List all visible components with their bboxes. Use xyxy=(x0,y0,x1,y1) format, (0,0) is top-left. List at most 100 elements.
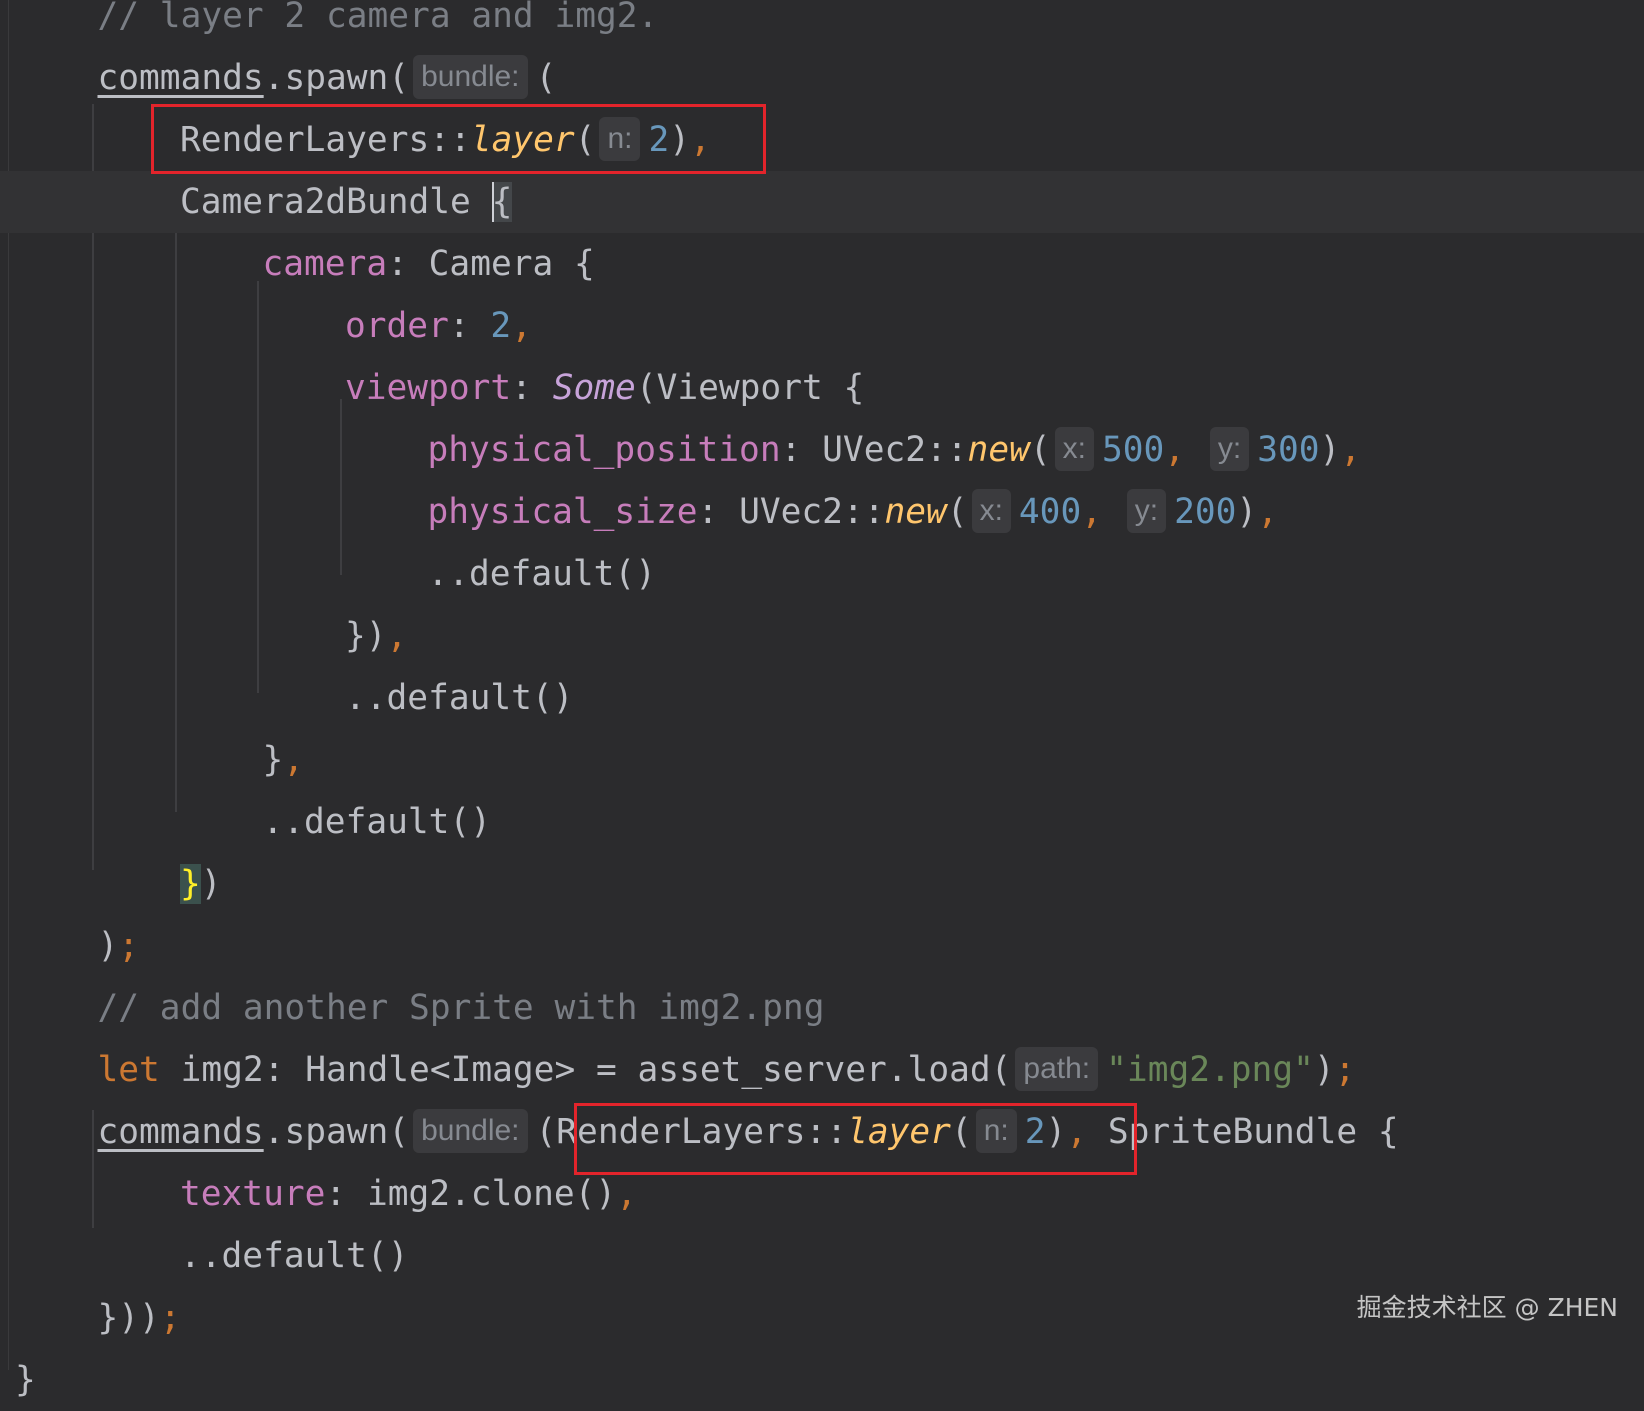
code-line[interactable]: physical_position: UVec2::new(x: 500, y: 3… xyxy=(0,419,1644,481)
code-token: ( xyxy=(950,1112,972,1152)
code-token: , xyxy=(1066,1112,1088,1152)
code-token: ) xyxy=(1319,430,1341,470)
code-token: order xyxy=(345,306,449,346)
code-token: , xyxy=(690,120,711,160)
code-token: } xyxy=(15,1360,36,1400)
code-line[interactable]: RenderLayers::layer(n: 2), xyxy=(0,109,1644,171)
code-token: : UVec2:: xyxy=(780,430,968,470)
code-token: "img2.png" xyxy=(1106,1050,1314,1090)
code-token: 200 xyxy=(1174,492,1237,532)
code-token: , xyxy=(386,616,408,656)
code-token: physical_size xyxy=(427,492,698,532)
code-line[interactable]: Camera2dBundle { xyxy=(0,171,1644,233)
code-line[interactable]: viewport: Some(Viewport { xyxy=(0,357,1644,419)
parameter-hint: bundle: xyxy=(413,1108,528,1153)
code-token: ) xyxy=(97,926,119,966)
code-token: ( xyxy=(574,120,596,160)
code-line[interactable]: ..default() xyxy=(0,667,1644,729)
code-line[interactable]: }) xyxy=(0,853,1644,915)
code-token: // layer 2 camera and img2. xyxy=(97,0,659,36)
code-line[interactable]: // add another Sprite with img2.png xyxy=(0,977,1644,1039)
code-token: ) xyxy=(1313,1050,1335,1090)
code-line[interactable]: } xyxy=(0,1349,1644,1411)
code-token: 500 xyxy=(1101,430,1165,470)
code-token: })) xyxy=(97,1298,160,1338)
code-token: viewport xyxy=(345,368,512,408)
code-token: Camera2dBundle xyxy=(180,182,492,222)
code-line[interactable]: let img2: Handle<Image> = asset_server.l… xyxy=(0,1039,1644,1101)
code-line[interactable]: // layer 2 camera and img2. xyxy=(0,0,1644,47)
code-token: (RenderLayers:: xyxy=(535,1112,848,1152)
code-token: : xyxy=(511,368,553,408)
code-token: }) xyxy=(345,616,387,656)
code-token: 2 xyxy=(648,120,670,160)
code-token: ) xyxy=(1236,492,1258,532)
code-token: let xyxy=(97,1050,160,1090)
code-token: ..default() xyxy=(345,678,574,718)
parameter-hint: y: xyxy=(1126,488,1167,533)
watermark: 掘金技术社区 @ ZHEN xyxy=(1356,1293,1618,1322)
code-token: ) xyxy=(1045,1112,1067,1152)
code-token: img2: Handle<Image> = asset_server.load( xyxy=(159,1050,1012,1090)
parameter-hint: path: xyxy=(1015,1046,1099,1091)
code-line[interactable]: }), xyxy=(0,605,1644,667)
code-line[interactable]: ..default() xyxy=(0,791,1644,853)
code-token: texture xyxy=(180,1174,326,1214)
code-token: , xyxy=(616,1174,637,1214)
code-token: } xyxy=(262,740,284,780)
code-line[interactable]: commands.spawn(bundle:( xyxy=(0,47,1644,109)
code-token: new xyxy=(884,492,947,532)
code-token: 300 xyxy=(1257,430,1320,470)
code-token: commands xyxy=(97,1112,264,1152)
code-token: commands xyxy=(97,58,264,98)
code-line[interactable]: texture: img2.clone(), xyxy=(0,1163,1644,1225)
code-token: , xyxy=(1081,492,1123,532)
code-token: SpriteBundle { xyxy=(1087,1112,1399,1152)
code-token: .spawn( xyxy=(263,58,410,98)
code-line[interactable]: ..default() xyxy=(0,1225,1644,1287)
parameter-hint: n: xyxy=(975,1108,1017,1153)
code-line[interactable]: ..default() xyxy=(0,543,1644,605)
code-line[interactable]: order: 2, xyxy=(0,295,1644,357)
code-token: .spawn( xyxy=(263,1112,410,1152)
code-line[interactable]: commands.spawn(bundle: (RenderLayers::lay… xyxy=(0,1101,1644,1163)
code-token: { xyxy=(491,182,513,222)
code-token: ..default() xyxy=(427,554,656,594)
code-token: physical_position xyxy=(427,430,781,470)
code-token: ( xyxy=(1029,430,1051,470)
code-line[interactable]: camera: Camera { xyxy=(0,233,1644,295)
code-line[interactable]: }, xyxy=(0,729,1644,791)
code-token: , xyxy=(1340,430,1362,470)
code-token: ) xyxy=(669,120,691,160)
code-token: : Camera { xyxy=(387,244,595,284)
code-token: RenderLayers:: xyxy=(180,120,471,160)
code-token: : UVec2:: xyxy=(697,492,885,532)
code-token: ..default() xyxy=(262,802,491,842)
code-token: Some xyxy=(552,368,636,408)
code-token: ) xyxy=(200,864,222,904)
code-token: : xyxy=(448,306,491,346)
code-token: : img2.clone() xyxy=(325,1174,617,1214)
code-line[interactable]: physical_size: UVec2::new(x: 400, y: 200), xyxy=(0,481,1644,543)
code-token: , xyxy=(511,306,532,346)
code-token: , xyxy=(1257,492,1278,532)
code-token: layer xyxy=(470,120,575,160)
parameter-hint: bundle: xyxy=(413,54,528,99)
code-token: ; xyxy=(1334,1050,1356,1090)
code-token: ; xyxy=(159,1298,181,1338)
code-line[interactable]: ); xyxy=(0,915,1644,977)
code-editor[interactable]: // layer 2 camera and img2. commands.spaw… xyxy=(0,0,1644,1400)
code-token: ( xyxy=(946,492,968,532)
code-token: new xyxy=(967,430,1030,470)
parameter-hint: x: xyxy=(971,488,1011,533)
code-token: (Viewport { xyxy=(635,368,865,408)
parameter-hint: x: xyxy=(1054,426,1094,471)
parameter-hint: n: xyxy=(599,116,641,161)
code-token: ..default() xyxy=(180,1236,409,1276)
code-token: layer xyxy=(847,1112,951,1152)
code-token: 2 xyxy=(1024,1112,1046,1152)
code-token: camera xyxy=(262,244,388,284)
code-token: // add another Sprite with img2.png xyxy=(97,988,825,1028)
parameter-hint: y: xyxy=(1209,426,1250,471)
code-token: 2 xyxy=(490,306,512,346)
